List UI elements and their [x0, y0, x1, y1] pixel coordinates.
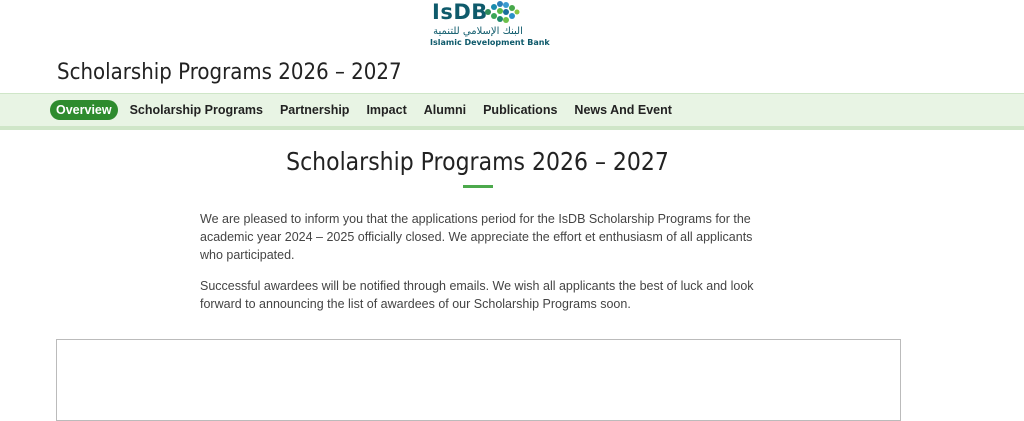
heading-divider: [463, 185, 493, 188]
nav-item-publications[interactable]: Publications: [483, 100, 557, 120]
nav-item-impact[interactable]: Impact: [366, 100, 406, 120]
nav-item-partnership[interactable]: Partnership: [280, 100, 349, 120]
main-content: We are pleased to inform you that the ap…: [200, 210, 760, 326]
globe-icon: [485, 1, 520, 23]
nav-item-alumni[interactable]: Alumni: [424, 100, 466, 120]
site-title: Scholarship Programs 2026 – 2027: [57, 60, 402, 85]
logo-arabic-text: البنك الإسلامي للتنمية: [433, 26, 523, 37]
isdb-logo[interactable]: IsDB البنك الإسلامي للتنمية Islamic Deve…: [430, 0, 550, 50]
embedded-content-frame[interactable]: [56, 339, 901, 421]
page-heading: Scholarship Programs 2026 – 2027: [0, 147, 956, 176]
page-heading-text: Scholarship Programs 2026 – 2027: [286, 147, 670, 176]
nav-item-scholarship-programs[interactable]: Scholarship Programs: [130, 100, 263, 120]
nav-item-news-and-event[interactable]: News And Event: [574, 100, 671, 120]
logo-english-text: Islamic Development Bank: [430, 38, 550, 47]
main-navigation: Overview Scholarship Programs Partnershi…: [0, 93, 1024, 130]
awardees-paragraph: Successful awardees will be notified thr…: [200, 279, 754, 311]
nav-item-overview[interactable]: Overview: [50, 100, 118, 120]
announcement-paragraph: We are pleased to inform you that the ap…: [200, 212, 753, 262]
nav-list: Overview Scholarship Programs Partnershi…: [50, 94, 1024, 126]
